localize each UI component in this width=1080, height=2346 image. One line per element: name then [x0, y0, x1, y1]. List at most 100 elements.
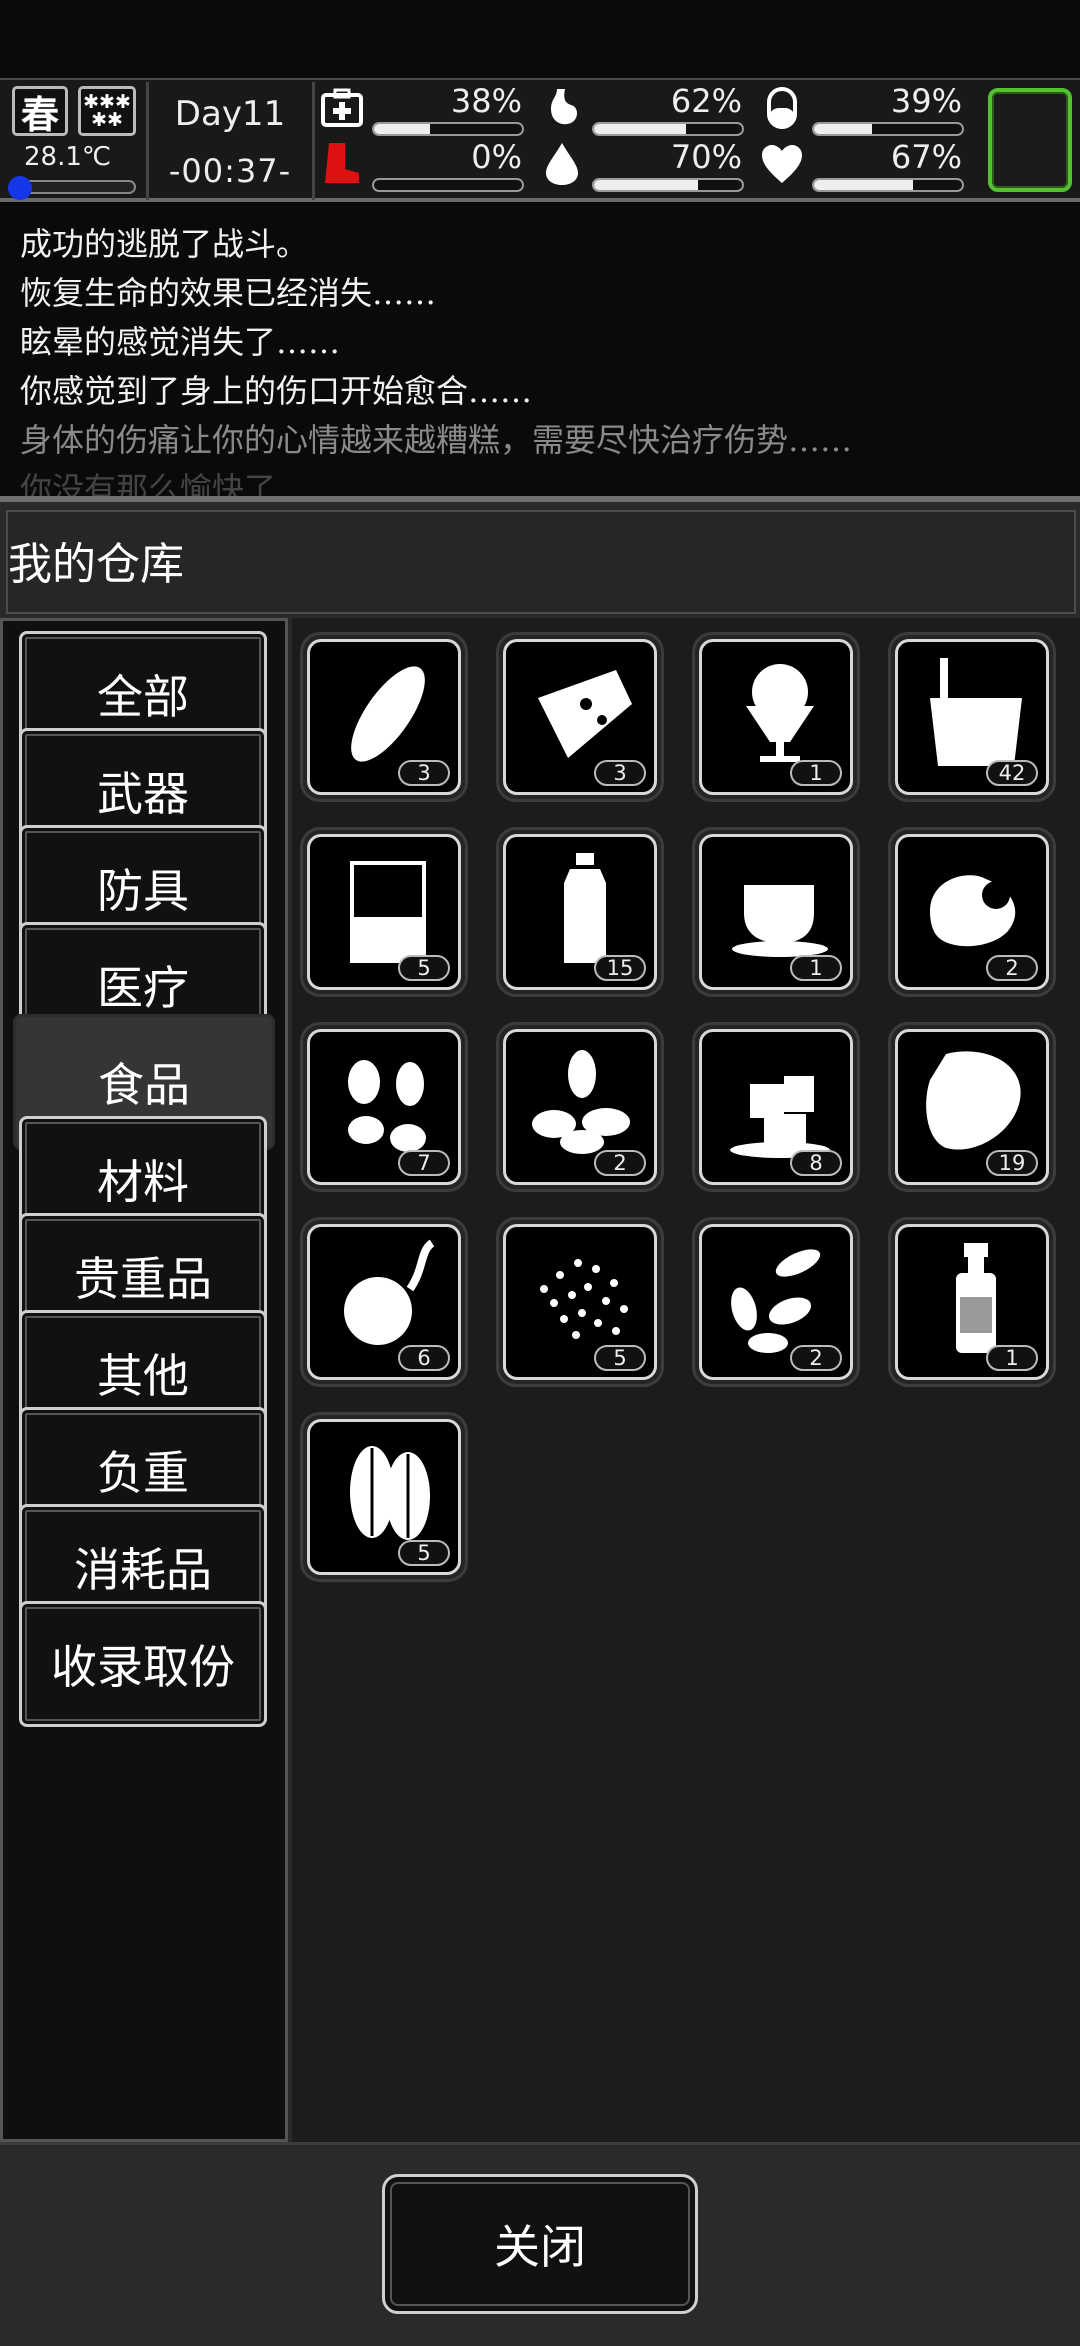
energy-bar: [812, 122, 964, 136]
bucket-icon: [916, 654, 1036, 774]
item-slot-frame: 5: [307, 834, 461, 990]
health-value: 38%: [450, 82, 522, 120]
close-button[interactable]: 关闭: [382, 2174, 698, 2314]
seeds-icon: [524, 1239, 644, 1359]
mood-bar-fill: [814, 180, 914, 190]
message-log: 成功的逃脱了战斗。 恢复生命的效果已经消失…… 眩晕的感觉消失了…… 你感觉到了…: [0, 206, 1080, 496]
injury-value: 0%: [471, 138, 522, 176]
hud-divider: [312, 82, 315, 200]
item-count-badge: 2: [594, 1150, 646, 1176]
item-slot-frame: 6: [307, 1224, 461, 1380]
clock-readout: -00:37-: [168, 152, 292, 190]
egg-icon: [916, 849, 1036, 969]
item-slot-frame: 1: [699, 834, 853, 990]
medkit-icon: [320, 86, 364, 130]
item-count-badge: 19: [986, 1150, 1038, 1176]
log-line: 恢复生命的效果已经消失……: [20, 274, 437, 312]
item-slot-frame: 7: [307, 1029, 461, 1185]
item-count-badge: 15: [594, 955, 646, 981]
sunflower-seeds-icon: [720, 1239, 840, 1359]
status-hud: 春 ✱✱✱ ✱✱ 28.1℃ Day11 -00:37- 38% 62% 39% …: [0, 78, 1080, 202]
item-count-badge: 1: [790, 955, 842, 981]
log-line: 成功的逃脱了战斗。: [20, 225, 309, 263]
season-badge: 春: [12, 86, 68, 137]
item-slot[interactable]: 8: [692, 1022, 860, 1192]
beans-icon: [328, 1434, 448, 1554]
item-count-badge: 2: [790, 1345, 842, 1371]
item-slot[interactable]: 1: [888, 1217, 1056, 1387]
meat-icon: [916, 1044, 1036, 1164]
item-count-badge: 6: [398, 1345, 450, 1371]
beaker-icon: [328, 849, 448, 969]
item-count-badge: 7: [398, 1150, 450, 1176]
log-line: 眩晕的感觉消失了……: [20, 323, 341, 361]
water-drop-icon: [540, 142, 584, 186]
item-slot[interactable]: 2: [692, 1217, 860, 1387]
hunger-bar-fill: [594, 124, 686, 134]
boot-icon: [320, 142, 364, 186]
category-collection[interactable]: 收录取份: [19, 1601, 267, 1727]
heart-icon: [760, 142, 804, 186]
health-bar-fill: [374, 124, 431, 134]
equipped-item-slot[interactable]: [988, 88, 1072, 192]
log-line: 你没有那么愉快了……: [20, 470, 341, 496]
item-slot-frame: 1: [699, 639, 853, 795]
item-grid: 3 3 1 42 5 15 1 2 7 2 8 19 6 5 2 1 5: [292, 618, 1080, 2142]
day-counter: Day11: [174, 94, 286, 134]
item-slot[interactable]: 2: [888, 827, 1056, 997]
item-count-badge: 42: [986, 760, 1038, 786]
mood-value: 67%: [890, 138, 962, 176]
almonds-icon: [524, 1044, 644, 1164]
item-count-badge: 5: [594, 1345, 646, 1371]
item-slot[interactable]: 5: [300, 827, 468, 997]
item-slot[interactable]: 1: [692, 632, 860, 802]
item-slot[interactable]: 3: [496, 632, 664, 802]
item-count-badge: 5: [398, 1540, 450, 1566]
item-count-badge: 1: [790, 760, 842, 786]
item-slot[interactable]: 42: [888, 632, 1056, 802]
injury-bar: [372, 178, 524, 192]
item-slot-frame: 1: [895, 1224, 1049, 1380]
item-count-badge: 5: [398, 955, 450, 981]
item-slot[interactable]: 7: [300, 1022, 468, 1192]
category-sidebar[interactable]: 全部 武器 防具 医疗 食品 材料 贵重品 其他 负重 消耗品 收录取份: [0, 618, 288, 2142]
panel-title: 我的仓库: [8, 539, 184, 590]
item-count-badge: 3: [398, 760, 450, 786]
item-count-badge: 3: [594, 760, 646, 786]
item-slot[interactable]: 15: [496, 827, 664, 997]
item-slot[interactable]: 19: [888, 1022, 1056, 1192]
pizza-slice-icon: [524, 654, 644, 774]
temperature-readout: 28.1℃: [24, 142, 112, 172]
item-slot[interactable]: 1: [692, 827, 860, 997]
item-slot[interactable]: 5: [300, 1412, 468, 1582]
energy-value: 39%: [890, 82, 962, 120]
item-slot-frame: 8: [699, 1029, 853, 1185]
ice-cubes-icon: [720, 1044, 840, 1164]
item-slot-frame: 19: [895, 1029, 1049, 1185]
item-slot-frame: 5: [307, 1419, 461, 1575]
item-slot-frame: 3: [307, 639, 461, 795]
item-count-badge: 8: [790, 1150, 842, 1176]
item-slot[interactable]: 6: [300, 1217, 468, 1387]
peanuts-icon: [328, 1044, 448, 1164]
sauce-bottle-icon: [916, 1239, 1036, 1359]
item-slot-frame: 15: [503, 834, 657, 990]
hunger-value: 62%: [670, 82, 742, 120]
item-slot[interactable]: 3: [300, 632, 468, 802]
item-slot-frame: 2: [699, 1224, 853, 1380]
item-slot-frame: 42: [895, 639, 1049, 795]
item-slot-frame: 2: [895, 834, 1049, 990]
log-line: 你感觉到了身上的伤口开始愈合……: [20, 372, 533, 410]
coffee-cup-icon: [720, 849, 840, 969]
item-slot[interactable]: 5: [496, 1217, 664, 1387]
hunger-bar: [592, 122, 744, 136]
thirst-bar: [592, 178, 744, 192]
item-slot-frame: 5: [503, 1224, 657, 1380]
snow-icon: ✱✱✱ ✱✱: [78, 86, 136, 136]
sundae-icon: [720, 654, 840, 774]
hud-divider: [146, 82, 149, 200]
bread-icon: [328, 654, 448, 774]
stomach-icon: [540, 86, 584, 130]
temperature-marker: [8, 176, 32, 200]
item-slot[interactable]: 2: [496, 1022, 664, 1192]
